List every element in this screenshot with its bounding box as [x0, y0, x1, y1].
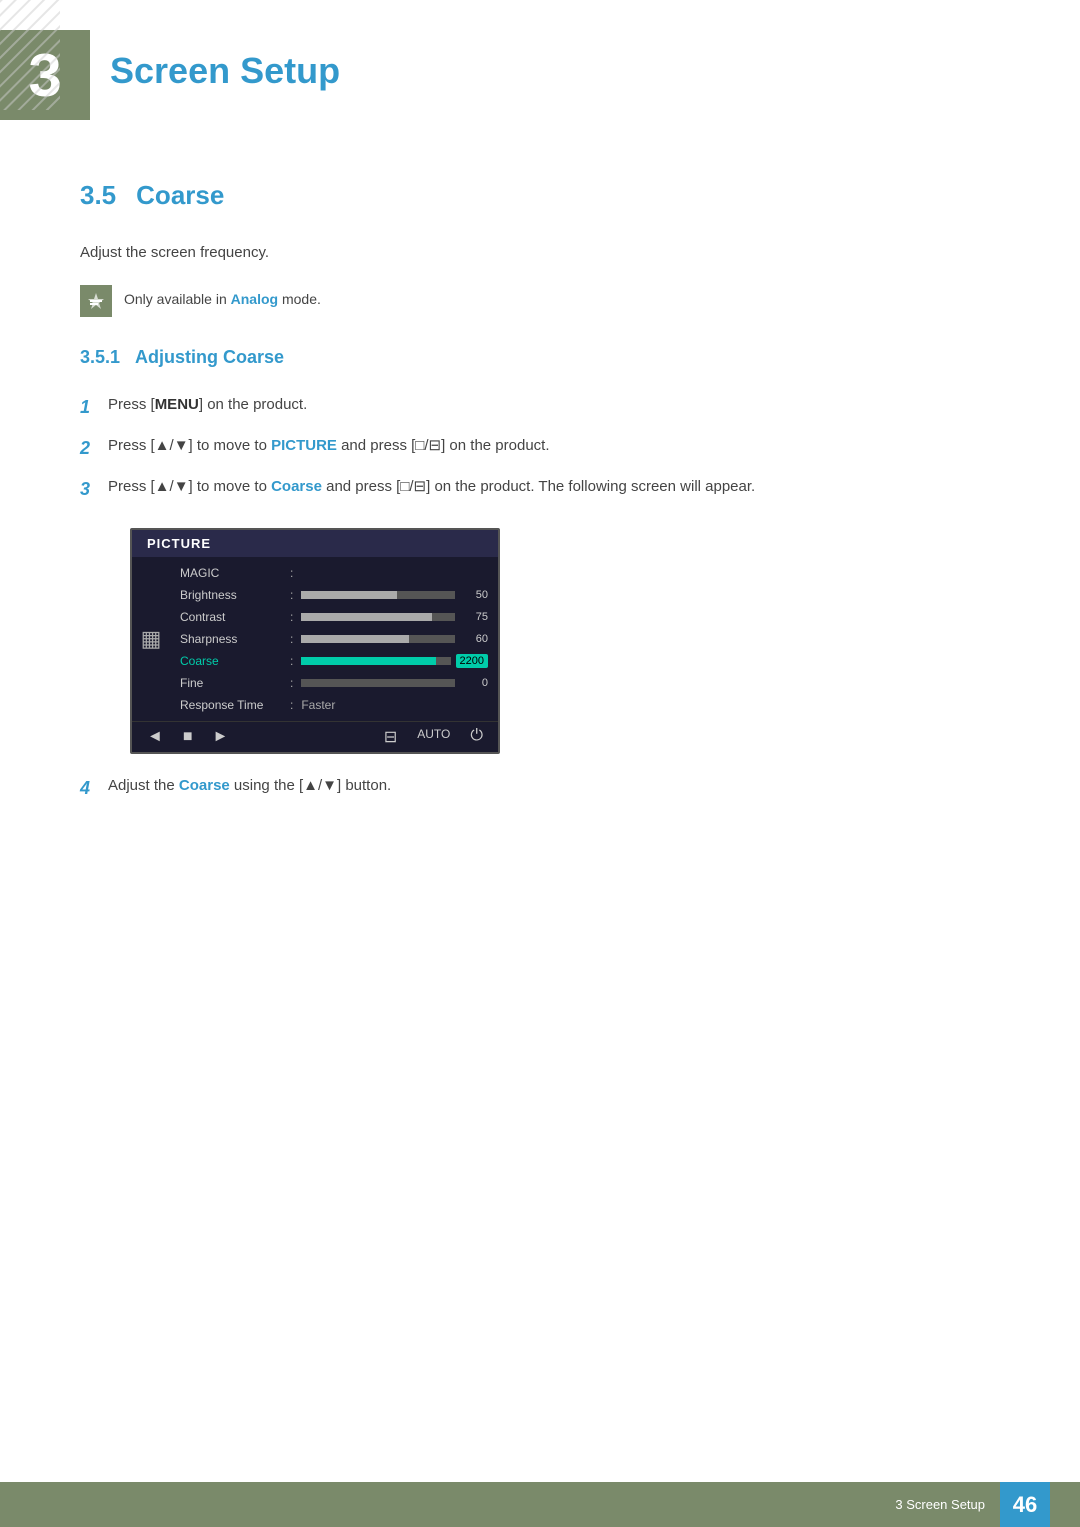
bottom-icon-screen: ⊟: [384, 727, 397, 747]
monitor-menu-items: MAGIC : Brightness : 50 Contr: [170, 557, 498, 721]
corner-decoration: [0, 0, 60, 110]
note-text: Only available in Analog mode.: [124, 285, 321, 307]
menu-item-fine-name: Fine: [180, 676, 290, 690]
note-box: Only available in Analog mode.: [80, 285, 1000, 317]
coarse-value: 2200: [456, 654, 488, 668]
main-content: 3.5 Coarse Adjust the screen frequency. …: [0, 140, 1080, 908]
menu-item-contrast: Contrast : 75: [170, 606, 498, 628]
menu-item-sharpness-name: Sharpness: [180, 632, 290, 646]
menu-item-brightness-name: Brightness: [180, 588, 290, 602]
sharpness-bar-fill: [301, 635, 409, 643]
bottom-icon-auto: AUTO: [417, 727, 450, 747]
fine-value: 0: [460, 677, 488, 689]
coarse-bar: [301, 657, 450, 665]
sharpness-bar: [301, 635, 455, 643]
steps-list-2: 4 Adjust the Coarse using the [▲/▼] butt…: [80, 774, 1000, 803]
monitor-screenshot: PICTURE ▦ MAGIC : Brightness :: [130, 528, 500, 754]
bottom-icon-plus: ►: [213, 728, 229, 746]
step-1-number: 1: [80, 393, 108, 422]
step-2-number: 2: [80, 434, 108, 463]
brightness-bar-fill: [301, 591, 396, 599]
footer-page-number: 46: [1000, 1482, 1050, 1527]
monitor-sidebar: ▦: [132, 557, 170, 721]
menu-item-coarse-name: Coarse: [180, 654, 290, 668]
sharpness-bar-container: 60: [301, 633, 488, 645]
coarse-bar-container: 2200: [301, 654, 488, 668]
response-time-value: Faster: [301, 698, 335, 712]
subsection-title: Adjusting Coarse: [135, 347, 284, 368]
step-3-number: 3: [80, 475, 108, 504]
sharpness-value: 60: [460, 633, 488, 645]
monitor-sidebar-icon: ▦: [141, 626, 162, 652]
step-2: 2 Press [▲/▼] to move to PICTURE and pre…: [80, 434, 1000, 463]
brightness-bar: [301, 591, 455, 599]
menu-item-response-time: Response Time : Faster: [170, 694, 498, 716]
menu-item-fine: Fine : 0: [170, 672, 498, 694]
monitor-menu-body: ▦ MAGIC : Brightness : 50: [132, 557, 498, 721]
menu-item-sharpness: Sharpness : 60: [170, 628, 498, 650]
contrast-bar-fill: [301, 613, 432, 621]
section-description: Adjust the screen frequency.: [80, 241, 1000, 265]
menu-item-response-time-name: Response Time: [180, 698, 290, 712]
monitor-bottom-bar: ◄ ■ ► ⊟ AUTO ⏻: [132, 721, 498, 752]
chapter-title: Screen Setup: [110, 30, 340, 92]
section-title: Coarse: [136, 180, 224, 211]
steps-list: 1 Press [MENU] on the product. 2 Press […: [80, 393, 1000, 503]
footer-section-label: 3 Screen Setup: [895, 1497, 985, 1512]
fine-bar: [301, 679, 455, 687]
subsection-number: 3.5.1: [80, 347, 120, 368]
contrast-bar-container: 75: [301, 611, 488, 623]
step-3-text: Press [▲/▼] to move to Coarse and press …: [108, 475, 755, 499]
page-footer: 3 Screen Setup 46: [0, 1482, 1080, 1527]
brightness-value: 50: [460, 589, 488, 601]
monitor-menu-title: PICTURE: [132, 530, 498, 557]
bottom-icon-minus: ■: [183, 728, 193, 746]
bottom-bar-right-icons: ⊟ AUTO ⏻: [384, 727, 483, 747]
step-3: 3 Press [▲/▼] to move to Coarse and pres…: [80, 475, 1000, 504]
step-4: 4 Adjust the Coarse using the [▲/▼] butt…: [80, 774, 1000, 803]
step-4-text: Adjust the Coarse using the [▲/▼] button…: [108, 774, 391, 798]
menu-item-magic: MAGIC :: [170, 562, 498, 584]
section-heading: 3.5 Coarse: [80, 180, 1000, 211]
fine-bar-container: 0: [301, 677, 488, 689]
brightness-bar-container: 50: [301, 589, 488, 601]
step-4-number: 4: [80, 774, 108, 803]
bottom-icon-left: ◄: [147, 728, 163, 746]
bottom-icon-power: ⏻: [470, 727, 483, 747]
menu-item-brightness: Brightness : 50: [170, 584, 498, 606]
contrast-bar: [301, 613, 455, 621]
step-1-text: Press [MENU] on the product.: [108, 393, 307, 417]
bottom-bar-icons: ◄ ■ ►: [147, 728, 228, 746]
contrast-value: 75: [460, 611, 488, 623]
menu-item-coarse: Coarse : 2200: [170, 650, 498, 672]
chapter-header: 3 Screen Setup: [0, 0, 1080, 140]
subsection-heading: 3.5.1 Adjusting Coarse: [80, 347, 1000, 368]
menu-item-magic-name: MAGIC: [180, 566, 290, 580]
step-1: 1 Press [MENU] on the product.: [80, 393, 1000, 422]
section-number: 3.5: [80, 180, 116, 211]
coarse-bar-fill: [301, 657, 435, 665]
step-2-text: Press [▲/▼] to move to PICTURE and press…: [108, 434, 550, 458]
menu-item-contrast-name: Contrast: [180, 610, 290, 624]
note-icon: [80, 285, 112, 317]
